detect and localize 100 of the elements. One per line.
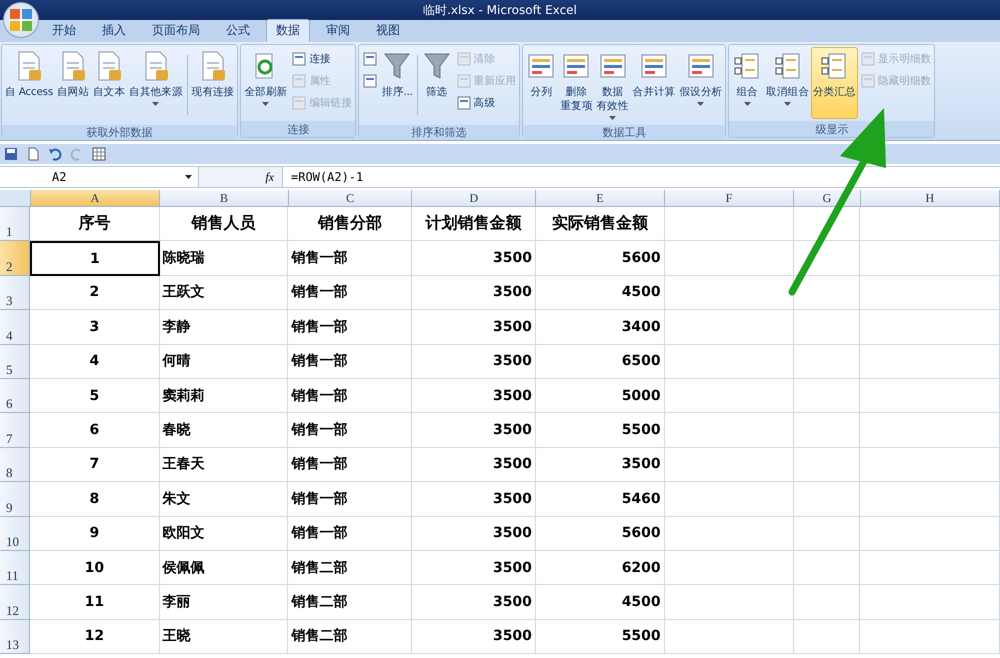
ribbon-button[interactable]: 自文本 xyxy=(91,47,128,119)
table-cell: 销售人员 xyxy=(160,207,288,242)
table-cell: 春晓 xyxy=(160,413,288,448)
column-header[interactable]: F xyxy=(664,190,794,207)
column-header[interactable]: E xyxy=(536,190,665,207)
table-cell: 11 xyxy=(30,585,160,620)
table-cell: 序号 xyxy=(30,207,160,242)
table-cell: 3500 xyxy=(412,344,536,379)
ribbon-button[interactable]: 自 Access xyxy=(3,47,55,119)
sheet-icon xyxy=(291,51,308,67)
table-cell xyxy=(794,550,860,586)
sheet-icon xyxy=(362,73,378,89)
grid-icon[interactable] xyxy=(92,147,106,161)
function-label[interactable]: fx xyxy=(265,170,274,184)
table-cell: 6200 xyxy=(536,550,665,586)
ribbon-tab[interactable]: 数据 xyxy=(266,19,310,42)
table-cell: 10 xyxy=(30,550,160,586)
table-cell: 王春天 xyxy=(160,448,288,482)
ribbon-button[interactable]: 全部刷新 xyxy=(242,47,290,119)
column-header[interactable]: D xyxy=(412,190,536,207)
ribbon-button[interactable]: 筛选 xyxy=(420,47,454,119)
ribbon-button[interactable]: 排序... xyxy=(380,47,415,119)
ribbon-button[interactable]: 删除 重复项 xyxy=(558,47,594,119)
column-header[interactable]: H xyxy=(860,190,1000,207)
row-header[interactable]: 5 xyxy=(0,344,30,379)
table-cell xyxy=(794,378,860,414)
column-header[interactable]: B xyxy=(160,190,289,207)
table-cell: 3 xyxy=(30,310,160,345)
ribbon-tab[interactable]: 页面布局 xyxy=(142,19,210,42)
table-cell: 窦莉莉 xyxy=(160,378,288,414)
ribbon-button[interactable]: 组合 xyxy=(730,47,764,119)
row-header[interactable]: 8 xyxy=(0,448,30,482)
table-cell: 王跃文 xyxy=(160,276,288,310)
row-header[interactable]: 10 xyxy=(0,516,30,551)
row-header[interactable]: 7 xyxy=(0,413,30,448)
ribbon-button[interactable]: 取消组合 xyxy=(764,47,812,119)
ribbon-button[interactable]: 合并计算 xyxy=(630,47,678,119)
table-cell: 销售一部 xyxy=(288,241,412,276)
ribbon-button[interactable]: 分类汇总 xyxy=(811,47,858,119)
table-cell: 3500 xyxy=(536,448,665,482)
table-cell: 欧阳文 xyxy=(160,516,288,551)
ribbon-small-button[interactable]: 高级 xyxy=(454,93,518,113)
sheet-icon xyxy=(456,95,472,111)
table-cell xyxy=(794,207,860,242)
table-cell: 5500 xyxy=(536,620,665,654)
sheet-icon xyxy=(291,95,308,111)
table-cell xyxy=(794,620,860,654)
row-header[interactable]: 6 xyxy=(0,378,30,414)
table-cell: 1 xyxy=(30,241,160,276)
column-header[interactable]: A xyxy=(30,190,160,207)
table-cell: 3500 xyxy=(412,448,536,482)
table-cell: 5500 xyxy=(536,413,665,448)
save-icon[interactable] xyxy=(4,147,18,161)
undo-icon[interactable] xyxy=(48,147,62,161)
table-cell: 销售二部 xyxy=(288,585,412,620)
table-cell: 5 xyxy=(30,378,160,414)
table-cell xyxy=(794,241,860,276)
table-cell: 计划销售金额 xyxy=(412,207,536,242)
table-cell: 6500 xyxy=(536,344,665,379)
table-cell: 6 xyxy=(30,413,160,448)
ribbon-tab[interactable]: 插入 xyxy=(92,19,136,42)
ribbon-tab[interactable]: 公式 xyxy=(216,19,260,42)
row-header[interactable]: 3 xyxy=(0,276,30,310)
ribbon-tab[interactable]: 视图 xyxy=(366,19,410,42)
table-cell: 4 xyxy=(30,344,160,379)
ribbon-tab[interactable]: 开始 xyxy=(42,19,86,42)
table-cell xyxy=(794,310,860,345)
row-header[interactable]: 2 xyxy=(0,241,30,276)
ribbon-button[interactable]: 数据 有效性 xyxy=(594,47,631,123)
window-title: 临时.xlsx - Microsoft Excel xyxy=(423,2,577,18)
column-header[interactable]: C xyxy=(288,190,412,207)
ribbon-button[interactable]: 假设分析 xyxy=(677,47,724,119)
sheet-icon xyxy=(860,51,876,67)
group-label: 级显示 xyxy=(729,121,934,137)
row-header[interactable]: 1 xyxy=(0,207,30,242)
table-cell xyxy=(794,482,860,517)
table-cell: 销售一部 xyxy=(288,310,412,345)
table-cell xyxy=(794,516,860,551)
row-header[interactable]: 12 xyxy=(0,585,30,620)
new-document-icon[interactable] xyxy=(26,147,40,161)
row-header[interactable]: 4 xyxy=(0,310,30,345)
ribbon-tab[interactable]: 审阅 xyxy=(316,19,360,42)
ribbon-button[interactable]: 现有连接 xyxy=(190,47,236,119)
ribbon-button[interactable]: 自网站 xyxy=(54,47,91,119)
group-label: 连接 xyxy=(241,121,356,137)
row-header[interactable]: 13 xyxy=(0,620,30,654)
table-cell xyxy=(794,448,860,482)
ribbon-small-button[interactable]: 连接 xyxy=(289,49,354,69)
row-header[interactable]: 11 xyxy=(0,550,30,586)
table-cell: 5460 xyxy=(536,482,665,517)
sheet-icon xyxy=(362,51,378,67)
table-cell: 2 xyxy=(30,276,160,310)
table-cell: 4500 xyxy=(536,585,665,620)
ribbon-button[interactable]: 自其他来源 xyxy=(127,47,185,119)
row-header[interactable]: 9 xyxy=(0,482,30,517)
table-cell: 5000 xyxy=(536,378,665,414)
group-label: 排序和筛选 xyxy=(359,125,520,140)
table-cell: 3500 xyxy=(412,482,536,517)
table-cell: 朱文 xyxy=(160,482,288,517)
ribbon-button[interactable]: 分列 xyxy=(524,47,558,119)
